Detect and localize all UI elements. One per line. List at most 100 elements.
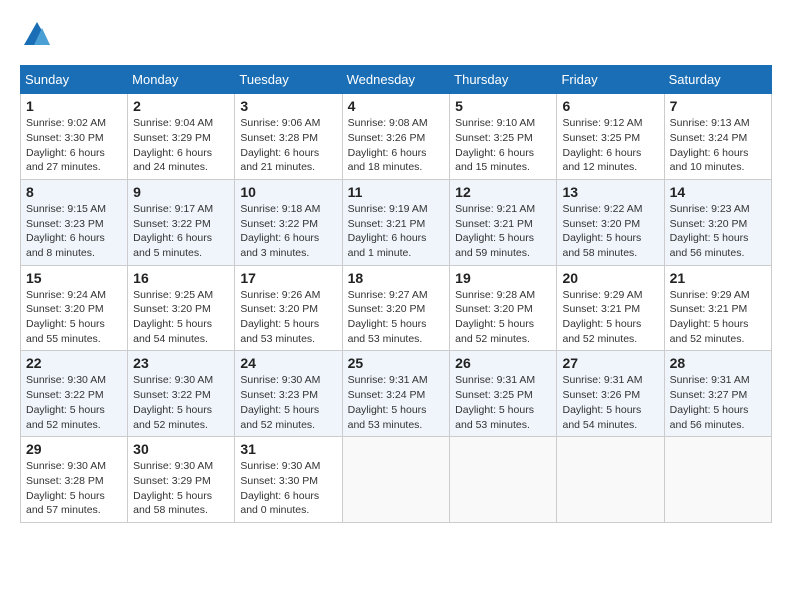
day-number: 10 (240, 184, 336, 200)
day-number: 22 (26, 355, 122, 371)
day-info: Sunrise: 9:12 AMSunset: 3:25 PMDaylight:… (562, 116, 658, 175)
day-number: 14 (670, 184, 766, 200)
calendar-cell: 15Sunrise: 9:24 AMSunset: 3:20 PMDayligh… (21, 265, 128, 351)
weekday-wednesday: Wednesday (342, 66, 450, 94)
day-number: 23 (133, 355, 229, 371)
day-number: 12 (455, 184, 551, 200)
weekday-saturday: Saturday (664, 66, 771, 94)
calendar-table: SundayMondayTuesdayWednesdayThursdayFrid… (20, 65, 772, 523)
week-row-5: 29 Sunrise: 9:30 AMSunset: 3:28 PMDayligh… (21, 437, 772, 523)
day-info: Sunrise: 9:04 AMSunset: 3:29 PMDaylight:… (133, 116, 229, 175)
day-number: 24 (240, 355, 336, 371)
day-info: Sunrise: 9:19 AMSunset: 3:21 PMDaylight:… (348, 202, 445, 261)
calendar-cell: 23 Sunrise: 9:30 AMSunset: 3:22 PMDayligh… (128, 351, 235, 437)
weekday-monday: Monday (128, 66, 235, 94)
day-number: 29 (26, 441, 122, 457)
week-row-2: 8 Sunrise: 9:15 AMSunset: 3:23 PMDaylight… (21, 179, 772, 265)
day-number: 25 (348, 355, 445, 371)
calendar-cell: 4 Sunrise: 9:08 AMSunset: 3:26 PMDaylight… (342, 94, 450, 180)
weekday-friday: Friday (557, 66, 664, 94)
calendar-cell: 3 Sunrise: 9:06 AMSunset: 3:28 PMDaylight… (235, 94, 342, 180)
calendar-cell (342, 437, 450, 523)
calendar-cell (664, 437, 771, 523)
day-number: 30 (133, 441, 229, 457)
day-number: 20 (562, 270, 658, 286)
day-info: Sunrise: 9:31 AMSunset: 3:27 PMDaylight:… (670, 373, 766, 432)
day-number: 9 (133, 184, 229, 200)
day-number: 15 (26, 270, 122, 286)
calendar-cell: 27Sunrise: 9:31 AMSunset: 3:26 PMDayligh… (557, 351, 664, 437)
day-info: Sunrise: 9:02 AMSunset: 3:30 PMDaylight:… (26, 116, 122, 175)
day-info: Sunrise: 9:29 AMSunset: 3:21 PMDaylight:… (562, 288, 658, 347)
day-info: Sunrise: 9:15 AMSunset: 3:23 PMDaylight:… (26, 202, 122, 261)
logo-icon (22, 20, 52, 50)
day-info: Sunrise: 9:25 AMSunset: 3:20 PMDaylight:… (133, 288, 229, 347)
weekday-tuesday: Tuesday (235, 66, 342, 94)
calendar-cell: 28 Sunrise: 9:31 AMSunset: 3:27 PMDayligh… (664, 351, 771, 437)
calendar-cell: 6 Sunrise: 9:12 AMSunset: 3:25 PMDaylight… (557, 94, 664, 180)
day-info: Sunrise: 9:30 AMSunset: 3:29 PMDaylight:… (133, 459, 229, 518)
day-number: 21 (670, 270, 766, 286)
week-row-3: 15Sunrise: 9:24 AMSunset: 3:20 PMDayligh… (21, 265, 772, 351)
calendar-cell: 20 Sunrise: 9:29 AMSunset: 3:21 PMDayligh… (557, 265, 664, 351)
day-info: Sunrise: 9:13 AMSunset: 3:24 PMDaylight:… (670, 116, 766, 175)
calendar-cell: 25 Sunrise: 9:31 AMSunset: 3:24 PMDayligh… (342, 351, 450, 437)
day-info: Sunrise: 9:30 AMSunset: 3:22 PMDaylight:… (26, 373, 122, 432)
day-number: 7 (670, 98, 766, 114)
calendar-cell: 10 Sunrise: 9:18 AMSunset: 3:22 PMDayligh… (235, 179, 342, 265)
calendar-cell: 5Sunrise: 9:10 AMSunset: 3:25 PMDaylight… (450, 94, 557, 180)
week-row-4: 22 Sunrise: 9:30 AMSunset: 3:22 PMDayligh… (21, 351, 772, 437)
day-info: Sunrise: 9:28 AMSunset: 3:20 PMDaylight:… (455, 288, 551, 347)
logo (20, 20, 52, 55)
calendar-cell: 19 Sunrise: 9:28 AMSunset: 3:20 PMDayligh… (450, 265, 557, 351)
day-info: Sunrise: 9:30 AMSunset: 3:22 PMDaylight:… (133, 373, 229, 432)
day-number: 19 (455, 270, 551, 286)
day-number: 3 (240, 98, 336, 114)
day-number: 2 (133, 98, 229, 114)
calendar-cell: 24 Sunrise: 9:30 AMSunset: 3:23 PMDayligh… (235, 351, 342, 437)
day-number: 4 (348, 98, 445, 114)
calendar-cell (450, 437, 557, 523)
day-info: Sunrise: 9:26 AMSunset: 3:20 PMDaylight:… (240, 288, 336, 347)
day-info: Sunrise: 9:08 AMSunset: 3:26 PMDaylight:… (348, 116, 445, 175)
calendar-cell: 22 Sunrise: 9:30 AMSunset: 3:22 PMDayligh… (21, 351, 128, 437)
day-number: 8 (26, 184, 122, 200)
calendar-cell: 30 Sunrise: 9:30 AMSunset: 3:29 PMDayligh… (128, 437, 235, 523)
day-number: 31 (240, 441, 336, 457)
calendar-cell: 17 Sunrise: 9:26 AMSunset: 3:20 PMDayligh… (235, 265, 342, 351)
calendar-cell: 29 Sunrise: 9:30 AMSunset: 3:28 PMDayligh… (21, 437, 128, 523)
day-number: 16 (133, 270, 229, 286)
day-number: 13 (562, 184, 658, 200)
day-number: 11 (348, 184, 445, 200)
day-info: Sunrise: 9:30 AMSunset: 3:28 PMDaylight:… (26, 459, 122, 518)
day-info: Sunrise: 9:31 AMSunset: 3:25 PMDaylight:… (455, 373, 551, 432)
day-info: Sunrise: 9:23 AMSunset: 3:20 PMDaylight:… (670, 202, 766, 261)
calendar-cell: 13Sunrise: 9:22 AMSunset: 3:20 PMDayligh… (557, 179, 664, 265)
calendar-body: 1Sunrise: 9:02 AMSunset: 3:30 PMDaylight… (21, 94, 772, 523)
day-info: Sunrise: 9:31 AMSunset: 3:24 PMDaylight:… (348, 373, 445, 432)
calendar-cell: 16 Sunrise: 9:25 AMSunset: 3:20 PMDayligh… (128, 265, 235, 351)
day-info: Sunrise: 9:30 AMSunset: 3:23 PMDaylight:… (240, 373, 336, 432)
calendar-cell: 21Sunrise: 9:29 AMSunset: 3:21 PMDayligh… (664, 265, 771, 351)
day-info: Sunrise: 9:18 AMSunset: 3:22 PMDaylight:… (240, 202, 336, 261)
day-info: Sunrise: 9:30 AMSunset: 3:30 PMDaylight:… (240, 459, 336, 518)
day-info: Sunrise: 9:27 AMSunset: 3:20 PMDaylight:… (348, 288, 445, 347)
calendar-cell: 8 Sunrise: 9:15 AMSunset: 3:23 PMDaylight… (21, 179, 128, 265)
day-info: Sunrise: 9:17 AMSunset: 3:22 PMDaylight:… (133, 202, 229, 261)
day-number: 17 (240, 270, 336, 286)
calendar-cell: 7 Sunrise: 9:13 AMSunset: 3:24 PMDaylight… (664, 94, 771, 180)
calendar-cell: 31 Sunrise: 9:30 AMSunset: 3:30 PMDayligh… (235, 437, 342, 523)
calendar-cell: 1Sunrise: 9:02 AMSunset: 3:30 PMDaylight… (21, 94, 128, 180)
day-number: 6 (562, 98, 658, 114)
weekday-thursday: Thursday (450, 66, 557, 94)
day-info: Sunrise: 9:06 AMSunset: 3:28 PMDaylight:… (240, 116, 336, 175)
day-number: 18 (348, 270, 445, 286)
calendar-cell: 26 Sunrise: 9:31 AMSunset: 3:25 PMDayligh… (450, 351, 557, 437)
day-number: 28 (670, 355, 766, 371)
day-number: 26 (455, 355, 551, 371)
day-number: 5 (455, 98, 551, 114)
weekday-header-row: SundayMondayTuesdayWednesdayThursdayFrid… (21, 66, 772, 94)
weekday-sunday: Sunday (21, 66, 128, 94)
calendar-cell: 2 Sunrise: 9:04 AMSunset: 3:29 PMDaylight… (128, 94, 235, 180)
day-info: Sunrise: 9:21 AMSunset: 3:21 PMDaylight:… (455, 202, 551, 261)
